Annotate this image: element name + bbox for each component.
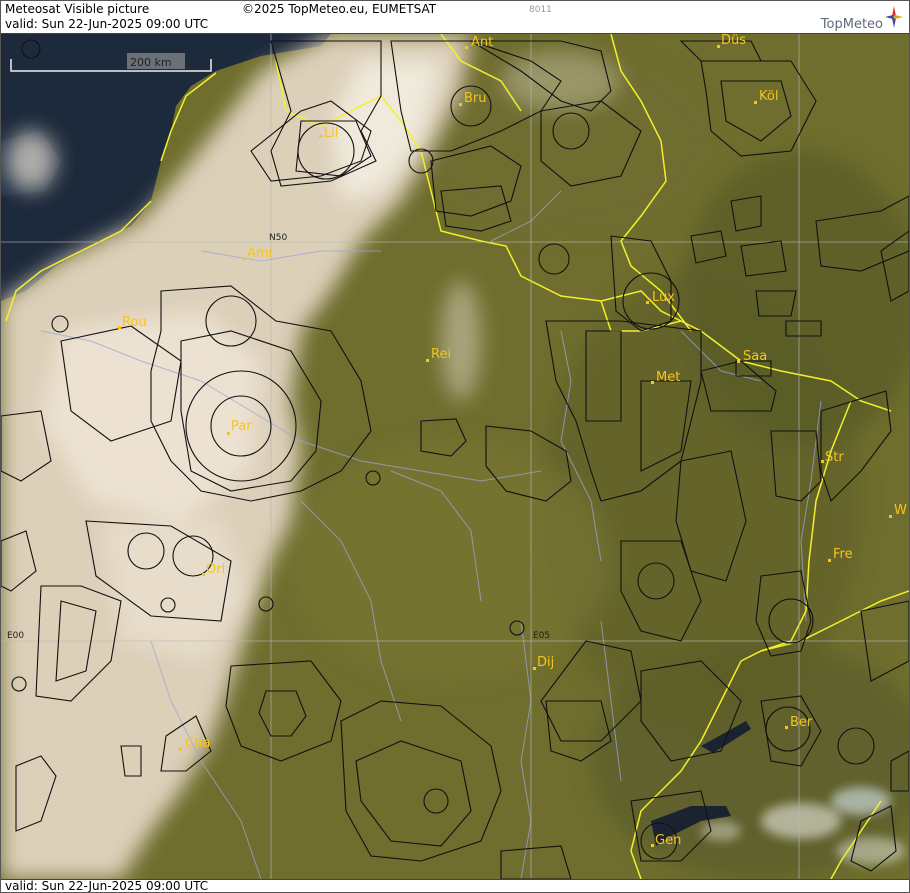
city-dot <box>319 135 322 138</box>
city-dot <box>118 326 121 329</box>
valid-time-top: valid: Sun 22-Jun-2025 09:00 UTC <box>5 17 209 31</box>
city-dot <box>737 360 740 363</box>
city-dot <box>202 573 205 576</box>
city-dot <box>243 257 246 260</box>
city-label-par: Par <box>231 419 252 434</box>
city-label-kol: Köl <box>759 89 778 104</box>
city-label-fre: Fre <box>833 547 853 562</box>
city-dot <box>651 844 654 847</box>
grid-label-n50: N50 <box>269 233 287 243</box>
city-label-lil: Lil <box>324 126 338 141</box>
city-dot <box>465 46 468 49</box>
city-dot <box>651 381 654 384</box>
city-label-saa: Saa <box>743 349 767 364</box>
copyright-text: ©2025 TopMeteo.eu, EUMETSAT <box>242 2 437 16</box>
city-label-gen: Gen <box>655 833 681 848</box>
city-label-rou: Rou <box>122 315 147 330</box>
city-dot <box>426 359 429 362</box>
city-dot <box>227 432 230 435</box>
brand-name: TopMeteo <box>820 17 883 32</box>
city-dot <box>828 559 831 562</box>
weather-map-frame: Meteosat Visible picture valid: Sun 22-J… <box>0 0 910 893</box>
scale-bar-label: 200 km <box>130 56 172 69</box>
city-label-str: Str <box>825 450 844 465</box>
city-label-met: Met <box>656 370 680 385</box>
map-header: Meteosat Visible picture valid: Sun 22-J… <box>1 1 909 34</box>
city-label-lux: Lux <box>652 290 675 305</box>
grid-label-e05: E05 <box>533 631 550 641</box>
city-dot <box>646 301 649 304</box>
map-title: Meteosat Visible picture <box>5 2 150 16</box>
city-dot <box>717 45 720 48</box>
city-label-dij: Dij <box>537 655 554 670</box>
city-dot <box>821 460 824 463</box>
valid-time-bottom: valid: Sun 22-Jun-2025 09:00 UTC <box>5 879 209 893</box>
city-label-bru: Bru <box>464 91 487 106</box>
city-dot <box>179 748 182 751</box>
satellite-map[interactable]: 200 km N50 E00 E05 Ant Düs Bru Köl Lil A… <box>1 34 909 879</box>
city-label-rei: Rei <box>431 347 451 362</box>
city-label-dus: Düs <box>721 34 746 48</box>
city-dot <box>533 667 536 670</box>
city-dot <box>459 103 462 106</box>
grid-label-e00: E00 <box>7 631 24 641</box>
city-label-cha: Cha <box>185 736 210 751</box>
compass-star-icon <box>885 6 903 28</box>
image-code: 8011 <box>529 5 552 15</box>
map-footer: valid: Sun 22-Jun-2025 09:00 UTC <box>1 879 909 893</box>
city-dot <box>754 101 757 104</box>
city-dot <box>785 726 788 729</box>
city-label-ant: Ant <box>471 35 493 50</box>
city-label-ami: Ami <box>247 246 272 261</box>
city-label-orl: Orl <box>206 562 225 577</box>
city-dot <box>889 515 892 518</box>
city-label-ber: Ber <box>790 715 813 730</box>
city-label-w: W <box>894 503 907 518</box>
